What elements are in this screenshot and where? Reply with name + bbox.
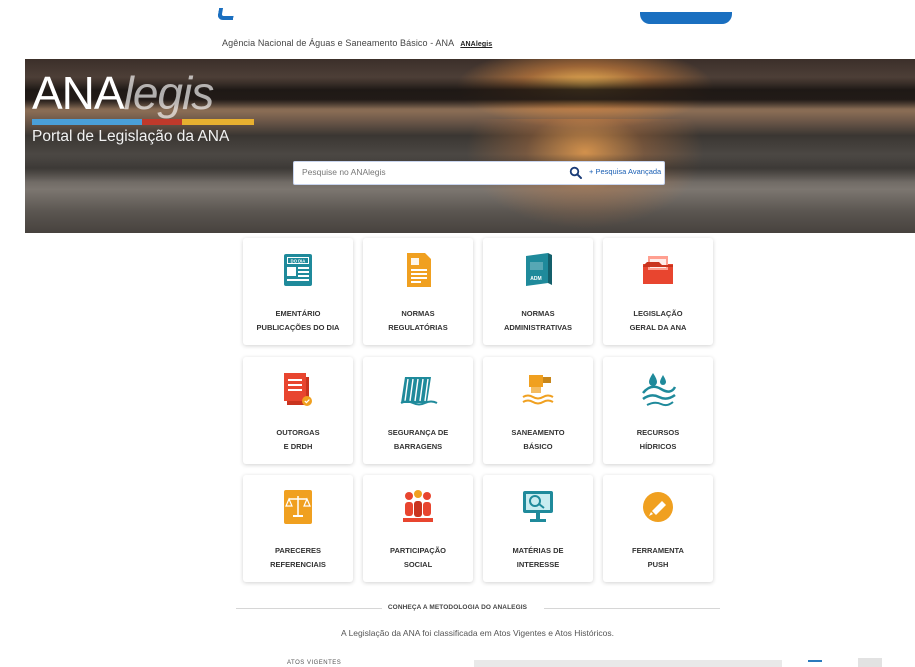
analegis-logo[interactable]: ANAlegis Portal de Legislação da ANA — [32, 70, 254, 146]
brand-bar-blue — [32, 119, 142, 125]
svg-text:ADM: ADM — [530, 276, 541, 282]
category-card[interactable]: ADM NORMAS ADMINISTRATIVAS — [483, 238, 593, 345]
category-card[interactable]: PARTICIPAÇÃO SOCIAL — [363, 475, 473, 582]
category-card-label-line2: SOCIAL — [403, 560, 433, 569]
category-card[interactable]: LEGISLAÇÃO GERAL DA ANA — [603, 238, 713, 345]
category-card-label: PARTICIPAÇÃO SOCIAL — [363, 544, 473, 572]
breadcrumb-agency[interactable]: Agência Nacional de Águas e Saneamento B… — [222, 38, 454, 48]
documents-stack-icon — [243, 369, 353, 409]
category-card-label: NORMAS REGULATÓRIAS — [363, 307, 473, 335]
brand-subtitle: Portal de Legislação da ANA — [32, 128, 230, 145]
category-card-label-line1: SANEAMENTO — [511, 428, 565, 437]
category-card[interactable]: SANEAMENTO BÁSICO — [483, 357, 593, 464]
newspaper-icon: DO DIA — [243, 250, 353, 290]
people-icon — [363, 487, 473, 527]
category-card[interactable]: RECURSOS HÍDRICOS — [603, 357, 713, 464]
category-card[interactable]: PARECERES REFERENCIAIS — [243, 475, 353, 582]
category-card-label-line2: BÁSICO — [523, 442, 553, 451]
category-card-label-line2: REFERENCIAIS — [270, 560, 326, 569]
category-card-label-line1: NORMAS — [521, 309, 555, 318]
brand-ana: ANA — [32, 67, 125, 119]
category-card-label: LEGISLAÇÃO GERAL DA ANA — [603, 307, 713, 335]
top-bar: Agência Nacional de Águas e Saneamento B… — [0, 0, 915, 58]
category-card-label: OUTORGAS E DRDH — [243, 426, 353, 454]
category-card-label: PARECERES REFERENCIAIS — [243, 544, 353, 572]
document-icon — [363, 250, 473, 290]
category-card-label-line1: SEGURANÇA DE — [387, 428, 449, 437]
category-card-label-line2: ADMINISTRATIVAS — [503, 323, 573, 332]
category-card-label-line2: E DRDH — [283, 442, 313, 451]
logo-fragment — [216, 8, 236, 20]
category-card-label-line1: PARTICIPAÇÃO — [390, 546, 446, 555]
svg-text:DO DIA: DO DIA — [291, 258, 306, 263]
pipe-water-icon — [483, 369, 593, 409]
scales-document-icon — [243, 487, 353, 527]
category-card-label-line1: PARECERES — [274, 546, 322, 555]
category-card-label-line1: RECURSOS — [636, 428, 680, 437]
brand-color-bars — [32, 119, 254, 125]
methodology-title[interactable]: CONHEÇA A METODOLOGIA DO ANALEGIS — [0, 604, 915, 611]
category-card[interactable]: SEGURANÇA DE BARRAGENS — [363, 357, 473, 464]
category-card-label-line1: LEGISLAÇÃO — [633, 309, 683, 318]
adm-book-icon: ADM — [483, 250, 593, 290]
category-card-label-line2: PUSH — [647, 560, 669, 569]
brand-wordmark: ANAlegis — [32, 70, 254, 116]
brand-bar-red — [142, 119, 182, 125]
category-card-label: SANEAMENTO BÁSICO — [483, 426, 593, 454]
category-card[interactable]: OUTORGAS E DRDH — [243, 357, 353, 464]
push-bell-icon — [603, 487, 713, 527]
category-card-label-line1: OUTORGAS — [276, 428, 320, 437]
category-card-label: FERRAMENTA PUSH — [603, 544, 713, 572]
category-card-label-line1: NORMAS — [401, 309, 435, 318]
bottom-panel — [474, 660, 782, 667]
water-resources-icon — [603, 369, 713, 409]
category-card[interactable]: NORMAS REGULATÓRIAS — [363, 238, 473, 345]
category-card-label-line1: EMENTÁRIO — [275, 309, 321, 318]
monitor-search-icon — [483, 487, 593, 527]
folder-icon — [603, 250, 713, 290]
breadcrumb-analegis-link[interactable]: ANAlegis — [460, 41, 492, 48]
brand-bar-yellow — [182, 119, 254, 125]
category-card[interactable]: FERRAMENTA PUSH — [603, 475, 713, 582]
breadcrumb: Agência Nacional de Águas e Saneamento B… — [222, 38, 492, 48]
category-card-label-line2: BARRAGENS — [393, 442, 443, 451]
atos-vigentes-heading: ATOS VIGENTES — [287, 660, 342, 666]
category-card-label-line2: INTERESSE — [516, 560, 560, 569]
category-card-label-line1: FERRAMENTA — [632, 546, 684, 555]
bottom-box — [858, 658, 882, 667]
category-card-label-line1: MATÉRIAS DE — [512, 546, 564, 555]
category-card-label-line2: HÍDRICOS — [639, 442, 677, 451]
category-card-label-line2: PUBLICAÇÕES DO DIA — [256, 323, 340, 332]
category-card[interactable]: MATÉRIAS DE INTERESSE — [483, 475, 593, 582]
category-card-label-line2: REGULATÓRIAS — [388, 323, 448, 332]
category-card-label: EMENTÁRIO PUBLICAÇÕES DO DIA — [243, 307, 353, 335]
category-card-label: RECURSOS HÍDRICOS — [603, 426, 713, 454]
dam-icon — [363, 369, 473, 409]
category-card-label-line2: GERAL DA ANA — [629, 323, 687, 332]
search-icon[interactable] — [569, 166, 583, 180]
bottom-icon — [808, 660, 822, 667]
search-input[interactable] — [302, 167, 552, 177]
category-card[interactable]: DO DIA EMENTÁRIO PUBLICAÇÕES DO DIA — [243, 238, 353, 345]
methodology-title-text: CONHEÇA A METODOLOGIA DO ANALEGIS — [381, 604, 534, 611]
category-card-label: NORMAS ADMINISTRATIVAS — [483, 307, 593, 335]
category-card-label: MATÉRIAS DE INTERESSE — [483, 544, 593, 572]
top-button[interactable] — [640, 12, 732, 24]
methodology-text: A Legislação da ANA foi classificada em … — [341, 628, 614, 638]
brand-legis: legis — [123, 67, 215, 119]
advanced-search-link[interactable]: + Pesquisa Avançada — [589, 167, 661, 176]
category-card-label: SEGURANÇA DE BARRAGENS — [363, 426, 473, 454]
